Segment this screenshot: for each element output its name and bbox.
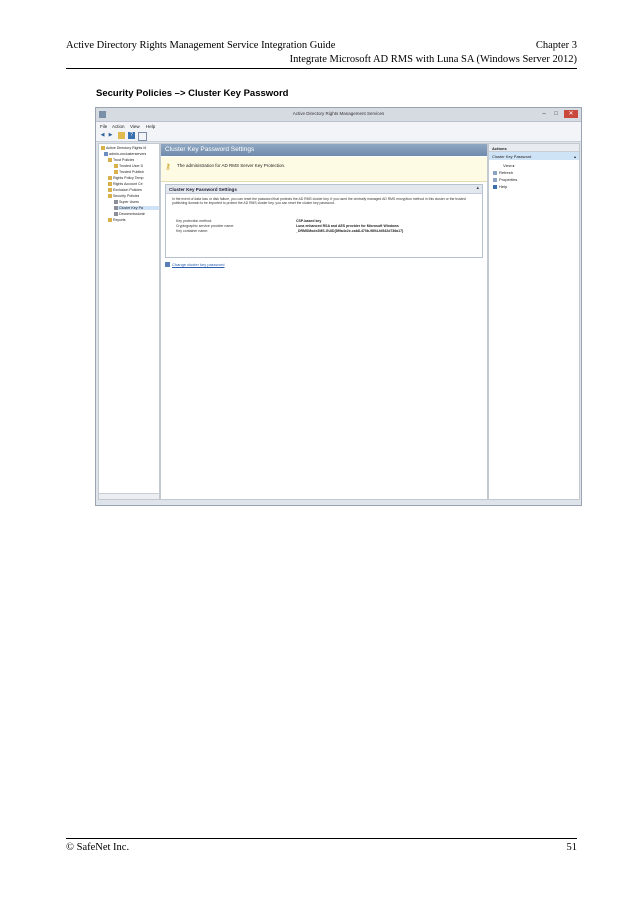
cluster-icon [104, 152, 108, 156]
panel-icon[interactable] [138, 132, 147, 141]
header-guide-title: Active Directory Rights Management Servi… [66, 40, 336, 51]
password-icon [165, 262, 170, 268]
actions-selected-label: Cluster Key Password [492, 154, 532, 159]
collapse-icon[interactable]: ▴ [476, 185, 479, 191]
field-value: CSP-based key [296, 219, 322, 223]
actions-header: Actions [489, 144, 579, 152]
forward-arrow-icon[interactable]: ▶ [107, 132, 114, 139]
settings-panel: Cluster Key Password Settings ▴ In the e… [165, 184, 483, 258]
tree-horizontal-scrollbar[interactable] [99, 493, 159, 499]
action-refresh[interactable]: Refresh [493, 170, 513, 175]
folder-icon [108, 182, 112, 186]
banner-text: The administration for AD RMS Server Key… [177, 163, 286, 168]
maximize-button[interactable]: □ [551, 110, 561, 118]
folder-icon [108, 188, 112, 192]
server-icon [101, 146, 105, 150]
field-label: Key protection method: [176, 219, 212, 223]
field-value: _DRMSMode2MS-GUID{8f9a4c2e-cab8-470b-989… [296, 229, 404, 233]
properties-icon [493, 177, 497, 182]
tree-item-cluster[interactable]: admin-onclusterservers [104, 152, 146, 156]
menu-help[interactable]: Help [146, 124, 155, 129]
toolbar: ◀ ▶ ? [96, 131, 581, 142]
settings-panel-title: Cluster Key Password Settings [169, 186, 237, 192]
settings-description: In the event of data loss or disk failur… [172, 197, 466, 206]
field-value: Luna enhanced RSA and AES provider for M… [296, 224, 399, 228]
page-number: 51 [566, 842, 578, 853]
footer-rule [66, 838, 577, 839]
tree-item-cluster-key[interactable]: Cluster Key Pa [114, 206, 159, 210]
help-icon [493, 184, 497, 189]
folder-icon [114, 164, 118, 168]
folder-icon [108, 158, 112, 162]
actions-selected-group[interactable]: Cluster Key Password ▴ [489, 152, 579, 160]
folder-icon [114, 170, 118, 174]
tree-item-super-users[interactable]: Super Users [114, 200, 139, 204]
chevron-up-icon[interactable]: ▴ [574, 154, 576, 159]
menu-action[interactable]: Action [112, 124, 125, 129]
window-titlebar: Active Directory Rights Management Servi… [96, 108, 581, 122]
menu-file[interactable]: File [100, 124, 107, 129]
action-view[interactable]: View ▸ [503, 163, 515, 168]
menu-view[interactable]: View [130, 124, 140, 129]
navigation-tree: Active Directory Rights M admin-oncluste… [98, 143, 160, 500]
tree-item-exclusion[interactable]: Exclusion Policies [108, 188, 142, 192]
tree-item-rights-policy[interactable]: Rights Policy Temp [108, 176, 144, 180]
footer-copyright: © SafeNet Inc. [66, 842, 130, 853]
key-icon: ⚷ [165, 162, 171, 171]
details-pane: Cluster Key Password Settings ⚷ The admi… [160, 143, 488, 500]
folder-icon [108, 218, 112, 222]
tree-item-reports[interactable]: Reports [108, 218, 126, 222]
field-label: Cryptographic service provider name: [176, 224, 235, 228]
user-icon [114, 200, 118, 204]
tree-item-decommissioning[interactable]: Decommissionin [114, 212, 145, 216]
folder-icon[interactable] [118, 132, 125, 139]
settings-panel-header[interactable]: Cluster Key Password Settings ▴ [166, 185, 482, 194]
refresh-icon [493, 170, 497, 175]
change-password-link[interactable]: Change cluster key password [165, 262, 224, 268]
tree-item-root[interactable]: Active Directory Rights M [101, 146, 146, 150]
details-heading: Cluster Key Password Settings [165, 146, 255, 153]
tree-item-trusted-publish[interactable]: Trusted Publish [114, 170, 144, 174]
actions-pane: Actions Cluster Key Password ▴ View ▸ Re… [488, 143, 580, 500]
screenshot-window: Active Directory Rights Management Servi… [95, 107, 582, 506]
window-title: Active Directory Rights Management Servi… [292, 111, 385, 116]
menu-bar: File Action View Help [96, 122, 581, 131]
key-icon [114, 206, 118, 210]
folder-icon [108, 176, 112, 180]
folder-icon [108, 194, 112, 198]
tree-item-rights-account[interactable]: Rights Account Ce [108, 182, 143, 186]
field-label: Key container name: [176, 229, 209, 233]
header-subtitle: Integrate Microsoft AD RMS with Luna SA … [289, 54, 577, 65]
header-rule [66, 68, 577, 69]
back-arrow-icon[interactable]: ◀ [99, 132, 106, 139]
header-chapter: Chapter 3 [535, 40, 577, 51]
tree-item-security-policies[interactable]: Security Policies [108, 194, 139, 198]
close-button[interactable]: ✕ [564, 110, 578, 118]
minimize-button[interactable]: – [539, 110, 549, 118]
help-icon[interactable]: ? [128, 132, 135, 139]
details-header: Cluster Key Password Settings [161, 144, 487, 156]
tree-item-trusted-user[interactable]: Trusted User D [114, 164, 143, 168]
action-help[interactable]: Help [493, 184, 507, 189]
tree-item-trust-policies[interactable]: Trust Policies [108, 158, 134, 162]
info-banner: ⚷ The administration for AD RMS Server K… [161, 157, 487, 182]
action-properties[interactable]: Properties [493, 177, 517, 182]
document-icon [114, 212, 118, 216]
section-title: Security Policies –> Cluster Key Passwor… [96, 88, 289, 99]
